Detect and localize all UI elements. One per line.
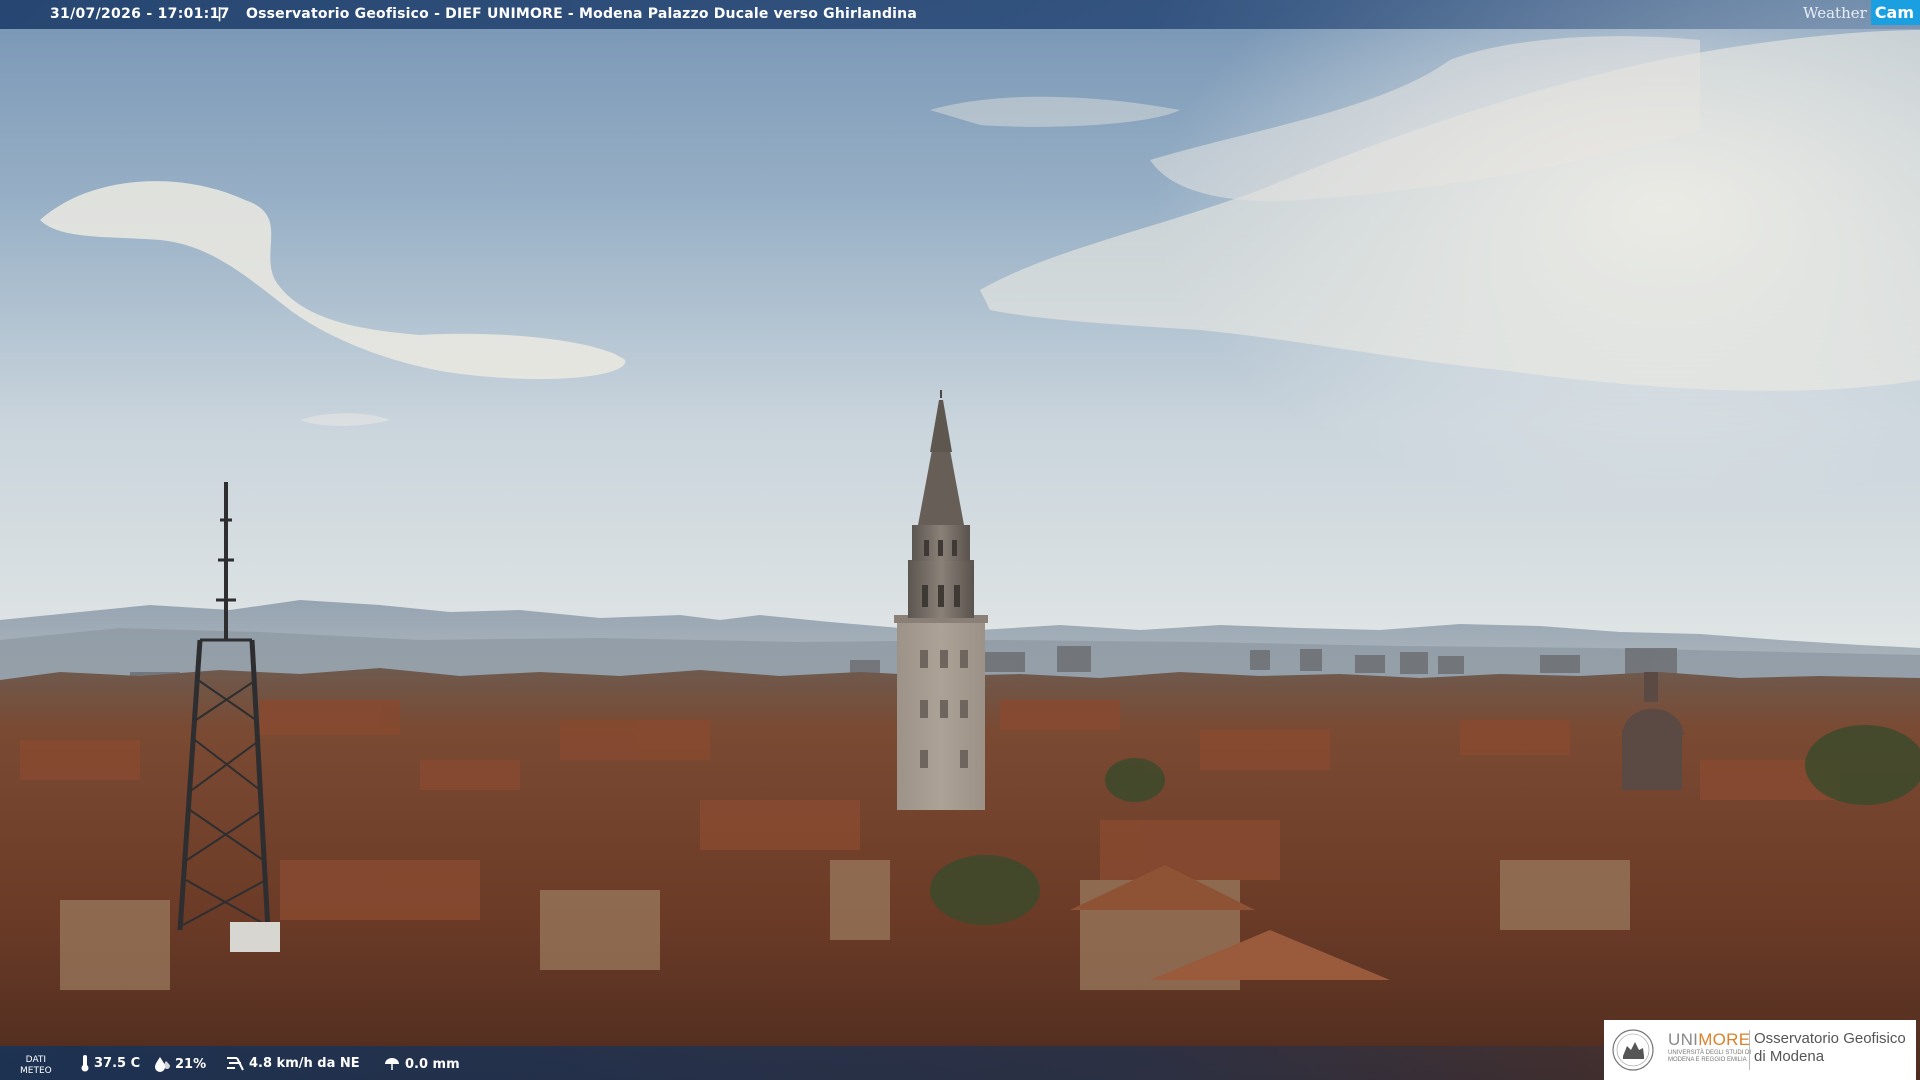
temperature-value: 37.5 C [94, 1055, 141, 1071]
unimore-logo-panel: UNIMORE UNIVERSITÀ DEGLI STUDI DI MODENA… [1604, 1020, 1916, 1080]
wind-value: 4.8 km/h da NE [249, 1055, 360, 1071]
weather-data-label: DATI METEO [20, 1055, 52, 1076]
unimore-seal-icon [1612, 1029, 1654, 1071]
header-separator: | [217, 6, 223, 22]
wind-icon [227, 1057, 244, 1071]
rain-value: 0.0 mm [405, 1056, 460, 1072]
weathercam-cam-text: Cam [1870, 0, 1920, 25]
rain-umbrella-icon [385, 1058, 399, 1070]
observatory-name: Osservatorio Geofisico di Modena [1754, 1030, 1906, 1065]
humidity-drop-icon [155, 1057, 170, 1072]
wind-reading: 4.8 km/h da NE [225, 1054, 360, 1072]
logo-divider [1749, 1030, 1750, 1070]
unimore-wordmark: UNIMORE [1668, 1030, 1751, 1049]
timestamp: 31/07/2026 - 17:01:17 [50, 6, 230, 22]
humidity-value: 21% [175, 1056, 207, 1072]
temperature-reading: 37.5 C [80, 1054, 140, 1072]
humidity-reading: 21% [153, 1056, 206, 1072]
weathercam-weather-text: Weather [1803, 3, 1867, 22]
camera-title: Osservatorio Geofisico - DIEF UNIMORE - … [246, 6, 917, 22]
unimore-subtitle: UNIVERSITÀ DEGLI STUDI DI MODENA E REGGI… [1668, 1050, 1752, 1063]
webcam-view-image [0, 0, 1920, 1080]
rain-reading: 0.0 mm [383, 1056, 460, 1072]
weathercam-logo: Weather Cam [1803, 0, 1920, 25]
header-bar: 31/07/2026 - 17:01:17 | Osservatorio Geo… [0, 0, 1920, 29]
thermometer-icon [81, 1055, 89, 1072]
